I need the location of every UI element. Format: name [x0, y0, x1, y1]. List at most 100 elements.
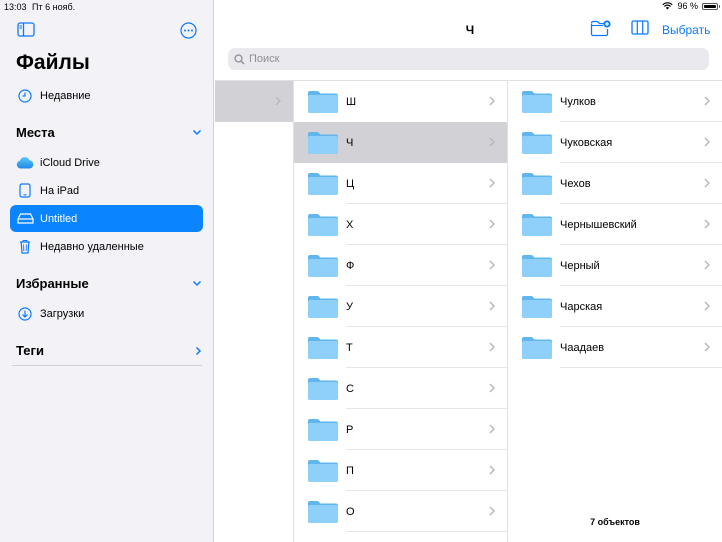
chevron-right-icon: [704, 134, 711, 152]
folder-icon: [307, 213, 339, 237]
folder-row[interactable]: Черный: [508, 245, 722, 286]
chevron-right-icon: [704, 93, 711, 111]
page-title: Ч: [465, 23, 475, 37]
folder-name: Ф: [346, 259, 355, 272]
folder-name: О: [346, 505, 355, 518]
sidebar-item-label: Недавние: [40, 89, 91, 102]
folder-row[interactable]: Чарская: [508, 286, 722, 327]
ipad-icon: [10, 183, 40, 198]
column-1[interactable]: ка: [215, 81, 294, 542]
folder-row[interactable]: Т: [294, 327, 507, 368]
row-divider: [346, 531, 507, 532]
sidebar-item-recents[interactable]: Недавние: [10, 82, 203, 109]
status-right: 96 %: [662, 1, 720, 11]
status-bar: 13:03 Пт 6 нояб. 96 %: [0, 0, 722, 14]
section-tags-label: Теги: [16, 343, 44, 358]
folder-icon: [307, 254, 339, 278]
folder-name: Чернышевский: [560, 218, 637, 231]
chevron-right-icon: [489, 216, 496, 234]
section-tags[interactable]: Теги: [16, 343, 202, 358]
section-places[interactable]: Места: [16, 125, 202, 140]
chevron-right-icon: [489, 503, 496, 521]
folder-icon: [521, 254, 553, 278]
folder-icon: [307, 418, 339, 442]
select-button[interactable]: Выбрать: [662, 23, 710, 37]
folder-row[interactable]: С: [294, 368, 507, 409]
columns-view-icon[interactable]: [631, 20, 649, 40]
sidebar-item-downloads[interactable]: Загрузки: [10, 300, 203, 327]
column-3[interactable]: Чулков Чуковская Чехов Чернышевский Черный Ча…: [508, 81, 722, 542]
status-time: 13:03: [4, 2, 27, 12]
chevron-right-icon: [489, 339, 496, 357]
search-icon: [234, 53, 245, 64]
folder-icon: [307, 172, 339, 196]
chevron-right-icon: [704, 175, 711, 193]
folder-row[interactable]: Чулков: [508, 81, 722, 122]
item-count: 7 объектов: [590, 517, 640, 527]
sidebar-item-untitled[interactable]: Untitled: [10, 205, 203, 232]
folder-row[interactable]: ка: [215, 81, 293, 122]
folder-row[interactable]: Ц: [294, 163, 507, 204]
folder-row[interactable]: У: [294, 286, 507, 327]
folder-row[interactable]: Ф: [294, 245, 507, 286]
folder-name: Р: [346, 423, 354, 436]
download-icon: [10, 306, 40, 321]
battery-icon: [702, 2, 720, 10]
cloud-icon: [10, 156, 40, 169]
chevron-right-icon: [275, 93, 282, 111]
folder-name: Чарская: [560, 300, 603, 313]
row-divider: [560, 367, 722, 368]
sidebar: Файлы Недавние Места iCloud Drive На iPa…: [0, 0, 214, 542]
folder-row[interactable]: О: [294, 491, 507, 532]
sidebar-divider: [12, 365, 202, 366]
folder-name: Чаадаев: [560, 341, 605, 354]
folder-icon: [307, 336, 339, 360]
more-icon[interactable]: [180, 22, 197, 44]
chevron-down-icon: [192, 280, 202, 287]
sidebar-item-ipad[interactable]: На iPad: [10, 177, 203, 204]
folder-icon: [307, 90, 339, 114]
sidebar-item-icloud[interactable]: iCloud Drive: [10, 149, 203, 176]
column-2[interactable]: Ш Ч Ц Х Ф У Т С Р П О: [294, 81, 508, 542]
folder-name: Чулков: [560, 95, 596, 108]
folder-name: Ц: [346, 177, 355, 190]
folder-name: П: [346, 464, 354, 477]
folder-row[interactable]: Чаадаев: [508, 327, 722, 368]
folder-name: ка: [215, 96, 275, 108]
chevron-right-icon: [489, 134, 496, 152]
folder-icon: [307, 377, 339, 401]
folder-name: У: [346, 300, 353, 313]
folder-row[interactable]: П: [294, 450, 507, 491]
folder-name: С: [346, 382, 354, 395]
sidebar-item-recently-deleted[interactable]: Недавно удаленные: [10, 233, 203, 260]
wifi-icon: [662, 2, 674, 10]
folder-icon: [307, 131, 339, 155]
section-favorites[interactable]: Избранные: [16, 276, 202, 291]
chevron-right-icon: [489, 257, 496, 275]
folder-row[interactable]: Чехов: [508, 163, 722, 204]
folder-row[interactable]: Ч: [294, 122, 507, 163]
battery-percent: 96 %: [677, 1, 698, 11]
section-favorites-label: Избранные: [16, 276, 89, 291]
sidebar-toggle-icon[interactable]: [17, 22, 35, 42]
search-input[interactable]: [249, 53, 689, 65]
chevron-right-icon: [489, 462, 496, 480]
search-bar[interactable]: [228, 48, 709, 70]
folder-icon: [521, 131, 553, 155]
chevron-down-icon: [192, 129, 202, 136]
folder-row[interactable]: Ш: [294, 81, 507, 122]
folder-icon: [307, 295, 339, 319]
folder-row[interactable]: Чернышевский: [508, 204, 722, 245]
sidebar-item-label: Загрузки: [40, 307, 85, 320]
sidebar-item-label: iCloud Drive: [40, 156, 100, 169]
new-folder-icon[interactable]: [590, 20, 611, 42]
folder-row[interactable]: Р: [294, 409, 507, 450]
chevron-right-icon: [195, 346, 202, 355]
drive-icon: [10, 213, 40, 224]
folder-row[interactable]: Чуковская: [508, 122, 722, 163]
chevron-right-icon: [489, 175, 496, 193]
sidebar-title: Файлы: [16, 51, 90, 74]
folder-row[interactable]: Х: [294, 204, 507, 245]
folder-name: Т: [346, 341, 353, 354]
chevron-right-icon: [704, 216, 711, 234]
